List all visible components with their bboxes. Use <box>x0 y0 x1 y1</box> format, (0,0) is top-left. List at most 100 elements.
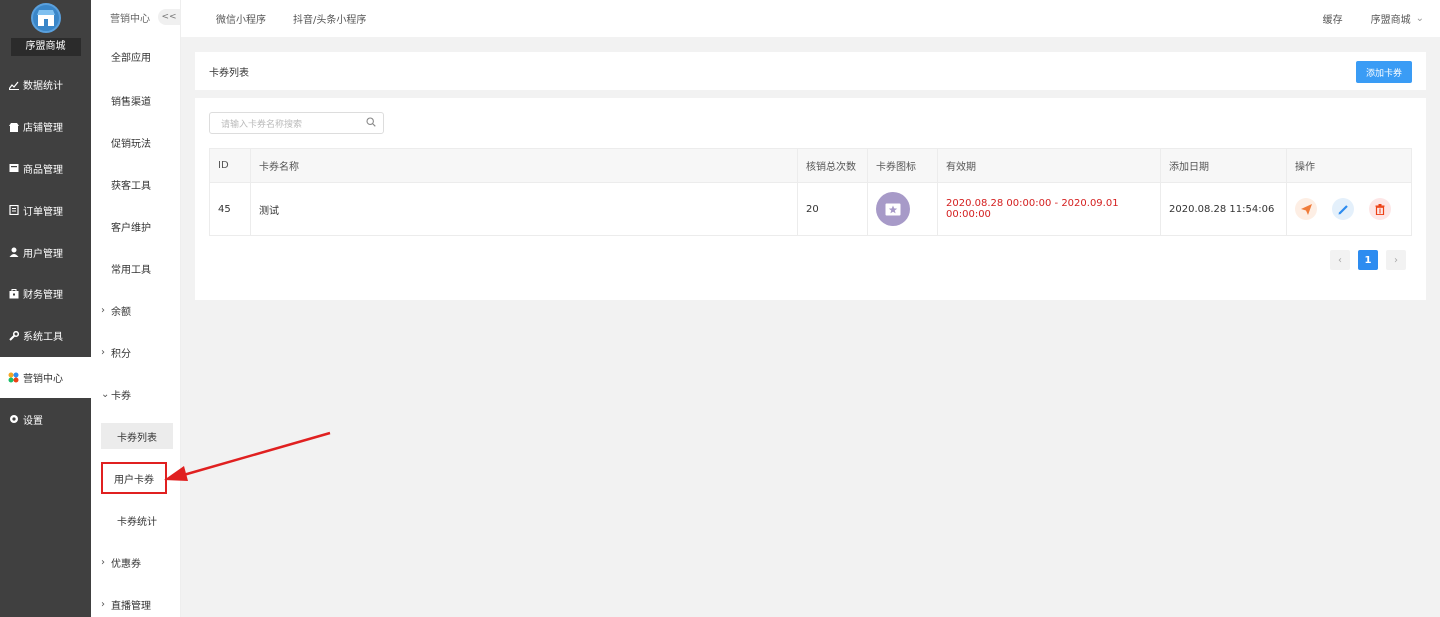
submenu-item-label: 销售渠道 <box>111 96 151 108</box>
column-header-name: 卡券名称 <box>250 148 798 183</box>
submenu-item-label: 常用工具 <box>111 264 151 276</box>
goods-icon <box>8 163 19 174</box>
column-header-actions: 操作 <box>1286 148 1412 183</box>
chevron-right-icon: › <box>101 346 105 358</box>
main-sidebar: 序盟商城 数据统计 店铺管理 商品管理 订单管理 用户管理 财务管理 系统工具 … <box>0 0 91 617</box>
logo-area: 序盟商城 <box>0 0 91 64</box>
cell-icon <box>867 182 938 236</box>
submenu-group-coupons[interactable]: › 优惠券 <box>91 541 180 583</box>
page-number-current[interactable]: 1 <box>1358 250 1378 270</box>
shop-name: 序盟商城 <box>10 38 81 56</box>
card-table: ID 卡券名称 核销总次数 卡券图标 有效期 添加日期 操作 45 测试 20 … <box>209 148 1412 236</box>
column-header-validity: 有效期 <box>937 148 1161 183</box>
sidebar-item-system-tools[interactable]: 系统工具 <box>0 315 91 357</box>
collapse-sidebar-button[interactable]: << <box>158 9 180 25</box>
column-header-id: ID <box>209 148 251 183</box>
header-actions: 缓存 序盟商城 ⌄ <box>1323 11 1440 26</box>
column-header-added-date: 添加日期 <box>1160 148 1287 183</box>
cell-added-date: 2020.08.28 11:54:06 <box>1160 182 1287 236</box>
sidebar-item-goods[interactable]: 商品管理 <box>0 148 91 190</box>
cell-name: 测试 <box>250 182 798 236</box>
submenu-item-customer-care[interactable]: 客户维护 <box>91 205 180 247</box>
submenu-group-balance[interactable]: › 余额 <box>91 289 180 331</box>
search-placeholder: 请输入卡券名称搜索 <box>221 119 303 130</box>
order-icon <box>8 205 19 216</box>
submenu-group-label: 直播管理 <box>111 600 151 612</box>
submenu-item-label: 全部应用 <box>111 53 151 64</box>
submenu-item-sales-channel[interactable]: 销售渠道 <box>91 79 180 121</box>
card-list-header-panel: 卡券列表 添加卡券 <box>195 52 1426 90</box>
cell-actions <box>1286 182 1412 236</box>
chevron-right-icon: › <box>101 598 105 610</box>
sidebar-item-data-stats[interactable]: 数据统计 <box>0 64 91 106</box>
submenu-item-all-apps[interactable]: 全部应用 <box>91 34 180 79</box>
submenu-group-cards[interactable]: ⌄ 卡券 <box>91 373 180 415</box>
column-header-redeem-count: 核销总次数 <box>797 148 868 183</box>
shop-switcher[interactable]: 序盟商城 <box>1371 11 1411 26</box>
table-row: 45 测试 20 2020.08.28 00:00:00 - 2020.09.0… <box>209 182 1412 236</box>
sidebar-item-label: 数据统计 <box>23 81 63 93</box>
pagination: ‹ 1 › <box>1330 250 1406 270</box>
sidebar-item-label: 设置 <box>23 415 43 427</box>
submenu-item-promotions[interactable]: 促销玩法 <box>91 121 180 163</box>
submenu-item-common-tools[interactable]: 常用工具 <box>91 247 180 289</box>
submenu-item-label: 客户维护 <box>111 222 151 234</box>
sidebar-item-label: 系统工具 <box>23 332 63 344</box>
sidebar-item-label: 财务管理 <box>23 290 63 302</box>
submenu-item-acquisition-tools[interactable]: 获客工具 <box>91 163 180 205</box>
search-icon[interactable] <box>366 117 376 130</box>
chevron-right-icon: › <box>101 556 105 568</box>
chevron-down-icon[interactable]: ⌄ <box>1416 13 1424 24</box>
chart-icon <box>8 79 19 90</box>
sidebar-item-finance[interactable]: 财务管理 <box>0 273 91 315</box>
card-table-panel: 请输入卡券名称搜索 ID 卡券名称 核销总次数 卡券图标 有效期 添加日期 操作… <box>195 98 1426 300</box>
next-page-button[interactable]: › <box>1386 250 1406 270</box>
sidebar-item-label: 用户管理 <box>23 248 63 260</box>
submenu-group-label: 优惠券 <box>111 558 141 570</box>
sidebar-item-label: 订单管理 <box>23 206 63 218</box>
marketing-submenu: 营销中心 << 全部应用 销售渠道 促销玩法 获客工具 客户维护 常用工具 › … <box>91 0 181 617</box>
sidebar-item-label: 商品管理 <box>23 164 63 176</box>
submenu-group-points[interactable]: › 积分 <box>91 331 180 373</box>
sidebar-item-orders[interactable]: 订单管理 <box>0 189 91 231</box>
column-header-icon: 卡券图标 <box>867 148 938 183</box>
wrench-icon <box>8 330 19 341</box>
sidebar-item-store[interactable]: 店铺管理 <box>0 106 91 148</box>
top-header: 微信小程序 抖音/头条小程序 缓存 序盟商城 ⌄ <box>181 0 1440 37</box>
chevron-down-icon: ⌄ <box>101 388 110 400</box>
add-card-button[interactable]: 添加卡券 <box>1356 61 1412 83</box>
cell-redeem-count: 20 <box>797 182 868 236</box>
trash-icon[interactable] <box>1369 198 1392 220</box>
prev-page-button[interactable]: ‹ <box>1330 250 1350 270</box>
submenu-group-label: 余额 <box>111 306 131 318</box>
submenu-item-card-stats[interactable]: 卡券统计 <box>91 499 180 541</box>
submenu-title: 营销中心 <box>110 13 150 25</box>
edit-pencil-icon[interactable] <box>1332 198 1355 220</box>
sidebar-item-marketing[interactable]: 营销中心 <box>0 356 91 399</box>
table-header-row: ID 卡券名称 核销总次数 卡券图标 有效期 添加日期 操作 <box>209 148 1412 183</box>
marketing-icon <box>8 372 19 383</box>
sidebar-item-label: 店铺管理 <box>23 123 63 135</box>
tab-douyin-miniprogram[interactable]: 抖音/头条小程序 <box>293 11 366 26</box>
card-star-icon <box>876 192 910 226</box>
sidebar-item-label: 营销中心 <box>23 373 63 385</box>
sidebar-item-settings[interactable]: 设置 <box>0 398 91 440</box>
send-icon[interactable] <box>1295 198 1317 220</box>
store-icon <box>8 121 19 132</box>
submenu-group-live[interactable]: › 直播管理 <box>91 583 180 617</box>
tab-wechat-miniprogram[interactable]: 微信小程序 <box>216 11 266 26</box>
annotation-arrow-icon <box>164 431 331 481</box>
page-title: 卡券列表 <box>209 67 249 79</box>
shop-logo-icon[interactable] <box>30 3 61 33</box>
cache-link[interactable]: 缓存 <box>1323 11 1343 26</box>
chevron-right-icon: › <box>101 304 105 316</box>
cell-id: 45 <box>209 182 251 236</box>
submenu-item-label: 促销玩法 <box>111 138 151 150</box>
search-input[interactable]: 请输入卡券名称搜索 <box>209 112 384 134</box>
gear-icon <box>8 414 19 425</box>
user-icon <box>8 247 19 258</box>
cell-validity: 2020.08.28 00:00:00 - 2020.09.01 00:00:0… <box>937 182 1161 236</box>
submenu-group-label: 卡券 <box>111 390 131 402</box>
submenu-header: 营销中心 << <box>91 0 180 34</box>
sidebar-item-users[interactable]: 用户管理 <box>0 231 91 273</box>
